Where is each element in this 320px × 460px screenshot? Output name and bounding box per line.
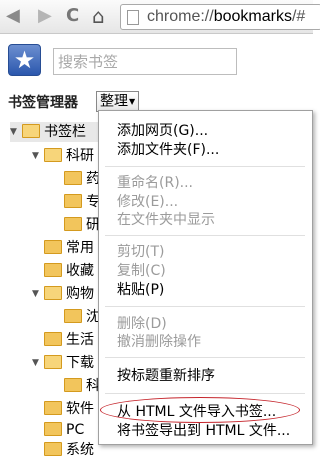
expand-triangle-icon[interactable]: ▼	[10, 122, 22, 142]
address-bar[interactable]: chrome://bookmarks/#	[120, 4, 320, 30]
expand-triangle-icon[interactable]: ▼	[32, 146, 44, 166]
folder-icon	[44, 401, 62, 415]
menu-item-undo-delete[interactable]: 撤消删除操作	[117, 333, 201, 351]
tree-item[interactable]: 沈	[64, 307, 100, 327]
url-text: chrome://bookmarks/#	[147, 8, 306, 25]
expand-triangle-icon[interactable]: ▼	[32, 284, 44, 304]
organize-menu: 添加网页(G)... 添加文件夹(F)... 重命名(R)... 修改(E)..…	[98, 110, 313, 445]
menu-item-export-html[interactable]: 将书签导出到 HTML 文件...	[117, 422, 290, 440]
menu-separator	[105, 357, 305, 358]
menu-item-cut[interactable]: 剪切(T)	[117, 243, 164, 261]
tree-item[interactable]: 收藏	[44, 261, 94, 281]
menu-separator	[105, 235, 305, 236]
tree-item[interactable]: 专	[64, 192, 100, 212]
folder-icon	[64, 309, 82, 323]
page-icon	[127, 10, 139, 25]
menu-separator	[105, 393, 305, 394]
home-icon[interactable]: ⌂	[92, 6, 105, 26]
highlight-ellipse	[100, 397, 300, 423]
menu-item-edit[interactable]: 修改(E)...	[117, 193, 178, 211]
menu-separator	[105, 166, 305, 167]
folder-open-icon	[44, 286, 62, 300]
folder-icon	[44, 442, 62, 456]
menu-item-paste[interactable]: 粘贴(P)	[117, 281, 164, 299]
forward-icon[interactable]: ▶	[38, 6, 52, 26]
tree-item[interactable]: ▼ 购物	[32, 284, 94, 304]
folder-open-icon	[44, 148, 62, 162]
search-bookmarks-input[interactable]: 搜索书签	[53, 48, 237, 75]
folder-icon	[44, 263, 62, 277]
menu-item-delete[interactable]: 删除(D)	[117, 315, 167, 333]
tree-item[interactable]: PC	[44, 420, 84, 440]
tree-item[interactable]: 药	[64, 169, 100, 189]
organize-button[interactable]: 整理▼	[96, 91, 140, 112]
menu-item-add-page[interactable]: 添加网页(G)...	[117, 122, 208, 140]
back-icon[interactable]: ◀	[6, 6, 20, 26]
menu-item-show-in-folder[interactable]: 在文件夹中显示	[117, 211, 215, 229]
tree-item[interactable]: 研	[64, 215, 100, 235]
folder-icon	[64, 217, 82, 231]
expand-triangle-icon[interactable]: ▼	[32, 353, 44, 373]
folder-icon	[44, 422, 62, 436]
tree-item[interactable]: ▼ 科研	[32, 146, 94, 166]
folder-icon	[64, 194, 82, 208]
tree-item[interactable]: 常用	[44, 238, 94, 258]
chevron-down-icon: ▼	[129, 97, 136, 106]
menu-item-reorder-by-title[interactable]: 按标题重新排序	[117, 367, 215, 385]
organize-label: 整理	[100, 93, 128, 110]
menu-item-rename[interactable]: 重命名(R)...	[117, 174, 193, 192]
menu-item-copy[interactable]: 复制(C)	[117, 262, 166, 280]
reload-icon[interactable]: C	[66, 6, 79, 26]
tree-item[interactable]: 生活	[44, 330, 94, 350]
folder-icon	[64, 171, 82, 185]
tree-item[interactable]: 科	[64, 376, 100, 396]
folder-open-icon	[44, 355, 62, 369]
folder-open-icon	[22, 124, 40, 138]
tree-item[interactable]: ▼ 下载	[32, 353, 94, 373]
folder-icon	[44, 240, 62, 254]
folder-icon	[64, 378, 82, 392]
bookmark-star-icon: ★	[8, 44, 41, 76]
tree-item[interactable]: 系统	[44, 440, 94, 460]
browser-toolbar: ◀ ▶ C ⌂ chrome://bookmarks/#	[0, 0, 320, 34]
page-title: 书签管理器	[8, 95, 78, 111]
menu-item-add-folder[interactable]: 添加文件夹(F)...	[117, 141, 219, 159]
tree-item-bookmarks-bar[interactable]: ▼ 书签栏	[10, 122, 98, 142]
folder-icon	[44, 332, 62, 346]
tree-item[interactable]: 软件	[44, 399, 94, 419]
menu-separator	[105, 306, 305, 307]
